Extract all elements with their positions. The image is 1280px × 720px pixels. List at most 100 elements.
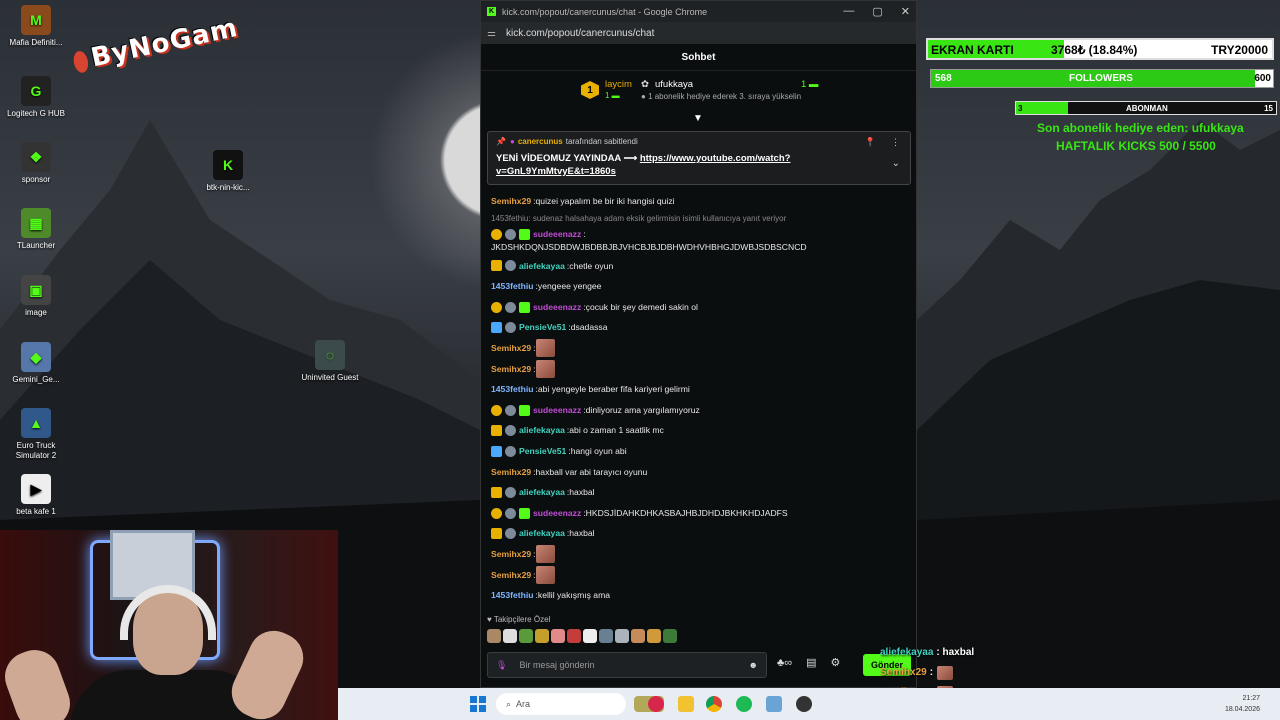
chat-message[interactable]: 1453fethiu: kellil yakışmış ama: [491, 585, 911, 606]
obs-icon[interactable]: [796, 696, 812, 712]
emote[interactable]: [647, 629, 661, 643]
store-icon[interactable]: ▤: [806, 656, 816, 669]
chat-username[interactable]: Semihx29: [491, 338, 531, 359]
chat-message[interactable]: Semihx29:: [491, 565, 911, 586]
emote[interactable]: [519, 629, 533, 643]
window-titlebar[interactable]: K kick.com/popout/canercunus/chat - Goog…: [481, 1, 916, 22]
chat-username[interactable]: aliefekayaa: [519, 256, 565, 277]
grey-badge-icon: [505, 404, 516, 416]
gear-icon[interactable]: ⚙: [830, 656, 840, 669]
chat-message[interactable]: Semihx29:: [491, 544, 911, 565]
chat-message[interactable]: sudeeenazz: dinliyoruz ama yargılamıyoru…: [491, 400, 911, 421]
minimize-button[interactable]: —: [843, 5, 854, 18]
emote[interactable]: [551, 629, 565, 643]
vip-badge-icon: [491, 322, 502, 334]
chat-username[interactable]: aliefekayaa: [519, 523, 565, 544]
desktop-icon[interactable]: ▦ TLauncher: [6, 208, 66, 251]
emote[interactable]: [503, 629, 517, 643]
media-player-icon[interactable]: [648, 696, 664, 712]
chat-message[interactable]: sudeeenazz: JKDSHKDQNJSDBDWJBDBBJBJVHCBJ…: [491, 226, 911, 256]
emote[interactable]: [599, 629, 613, 643]
emote-row: [487, 629, 677, 643]
taskbar-search[interactable]: ⌕ Ara: [496, 693, 626, 715]
desktop-icon[interactable]: M Mafia Definiti...: [6, 5, 66, 48]
emote[interactable]: [535, 629, 549, 643]
chat-message[interactable]: sudeeenazz: HKDSJİDAHKDHKASBAJHBJDHDJBKH…: [491, 503, 911, 524]
chat-message[interactable]: Semihx29:: [491, 338, 911, 359]
chat-username[interactable]: Semihx29: [491, 462, 531, 483]
message-input[interactable]: 🎙 Bir mesaj gönderin ☻: [487, 652, 767, 678]
chat-message[interactable]: aliefekayaa: abi o zaman 1 saatlik mc: [491, 420, 911, 441]
leader-first-count: 1 ▬: [605, 91, 620, 100]
leader-second-user[interactable]: ufukkaya: [655, 79, 693, 90]
chat-username[interactable]: sudeeenazz: [533, 400, 581, 421]
chat-message[interactable]: sudeeenazz: çocuk bir şey demedi sakin o…: [491, 297, 911, 318]
close-button[interactable]: ✕: [901, 5, 910, 18]
clock[interactable]: 21:27 18.04.2026: [1225, 693, 1260, 715]
more-options-icon[interactable]: ⋮: [891, 137, 900, 148]
site-settings-icon[interactable]: ⚌: [487, 28, 496, 39]
emote[interactable]: [615, 629, 629, 643]
emote[interactable]: [487, 629, 501, 643]
desktop-icon[interactable]: ▲ Euro Truck Simulator 2: [6, 408, 66, 461]
desktop-icon[interactable]: ◆ Gemini_Ge...: [6, 342, 66, 385]
grey-badge-icon: [505, 322, 516, 334]
chrome-window: K kick.com/popout/canercunus/chat - Goog…: [480, 0, 917, 688]
chat-message[interactable]: 1453fethiu: abi yengeyle beraber fifa ka…: [491, 379, 911, 400]
desktop-icon[interactable]: Kbtk-nin-kic...: [198, 150, 258, 193]
folder-icon[interactable]: [678, 696, 694, 712]
chat-username[interactable]: Semihx29: [491, 191, 531, 212]
chat-username[interactable]: 1453fethiu: [491, 379, 534, 400]
chat-username[interactable]: aliefekayaa: [519, 420, 565, 441]
desktop-icon[interactable]: G Logitech G HUB: [6, 76, 66, 119]
follower-emotes-label: ♥ Takipçilere Özel: [487, 615, 551, 624]
chat-message[interactable]: aliefekayaa: haxbal: [491, 523, 911, 544]
chat-text: HKDSJİDAHKDHKASBAJHBJDHDJBKHKHDJADFS: [585, 507, 788, 518]
chat-username[interactable]: sudeeenazz: [533, 503, 581, 524]
address-bar[interactable]: ⚌ kick.com/popout/canercunus/chat: [481, 22, 916, 44]
desktop-icon[interactable]: ▣ image: [6, 275, 66, 318]
chat-message[interactable]: Semihx29: quizei yapalım be bir iki hang…: [491, 191, 911, 212]
chat-username[interactable]: PensieVe51: [519, 441, 566, 462]
chat-message[interactable]: aliefekayaa: chetle oyun: [491, 256, 911, 277]
search-label: Ara: [516, 699, 531, 709]
chat-message[interactable]: Semihx29:: [491, 359, 911, 380]
spotify-icon[interactable]: [736, 696, 752, 712]
chat-username[interactable]: sudeeenazz: [533, 229, 581, 239]
scroll-down-icon[interactable]: ▼: [693, 113, 703, 124]
chat-username[interactable]: 1453fethiu: [491, 276, 534, 297]
emoji-icon[interactable]: ☻: [749, 660, 758, 670]
chat-message[interactable]: 1453fethiu: yengeee yengee: [491, 276, 911, 297]
emote[interactable]: [631, 629, 645, 643]
overlay-username: Semihx29: [880, 667, 927, 678]
chat-message[interactable]: PensieVe51: dsadassa: [491, 317, 911, 338]
desktop-icon[interactable]: ▶ beta kafe 1: [6, 474, 66, 517]
maximize-button[interactable]: ▢: [872, 5, 882, 18]
start-button[interactable]: [470, 696, 486, 712]
app-icon[interactable]: [766, 696, 782, 712]
chat-message[interactable]: Semihx29: haxball var abi tarayıcı oyunu: [491, 462, 911, 483]
pinned-by-user[interactable]: canercunus: [518, 137, 563, 146]
chat-message[interactable]: PensieVe51: hangi oyun abi: [491, 441, 911, 462]
emote[interactable]: [567, 629, 581, 643]
followers-label: FOLLOWERS: [1069, 73, 1133, 84]
chat-username[interactable]: aliefekayaa: [519, 482, 565, 503]
chevron-down-icon[interactable]: ⌄: [892, 158, 900, 169]
mic-icon: ●: [509, 137, 515, 146]
mic-icon[interactable]: 🎙: [496, 660, 507, 671]
chat-username[interactable]: Semihx29: [491, 565, 531, 586]
chat-username[interactable]: 1453fethiu: [491, 585, 534, 606]
desktop-icon[interactable]: ◌ Uninvited Guest: [300, 340, 360, 383]
chrome-icon[interactable]: [706, 696, 722, 712]
desktop-icon[interactable]: ❖ sponsor: [6, 142, 66, 185]
chat-username[interactable]: sudeeenazz: [533, 297, 581, 318]
chat-message[interactable]: aliefekayaa: haxbal: [491, 482, 911, 503]
chat-username[interactable]: Semihx29: [491, 544, 531, 565]
chat-username[interactable]: Semihx29: [491, 359, 531, 380]
emote[interactable]: [663, 629, 677, 643]
emote[interactable]: [583, 629, 597, 643]
chat-username[interactable]: PensieVe51: [519, 317, 566, 338]
unpin-icon[interactable]: 📍: [865, 137, 876, 148]
kicks-icon[interactable]: ♣∞: [777, 657, 792, 669]
leader-first-user[interactable]: laycim: [605, 79, 632, 90]
